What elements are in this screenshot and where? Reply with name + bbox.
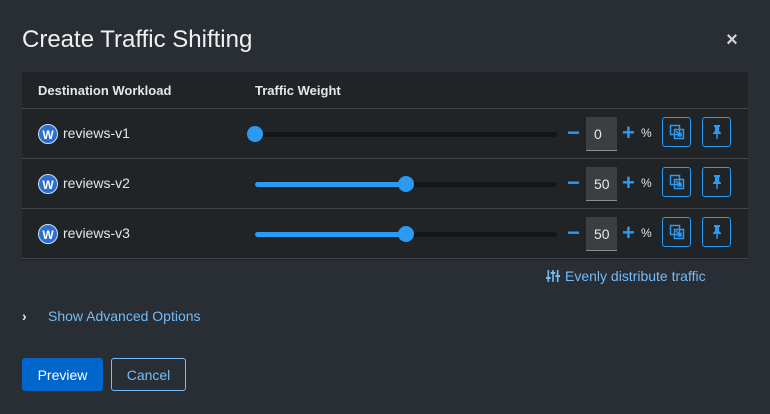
- decrease-weight-button[interactable]: −: [567, 222, 580, 244]
- workload-name: reviews-v1: [63, 125, 130, 141]
- increase-weight-button[interactable]: +: [622, 172, 635, 194]
- workload-name: reviews-v2: [63, 175, 130, 191]
- column-header-destination: Destination Workload: [38, 83, 172, 98]
- table-row: W reviews-v1 − 0 + %: [22, 109, 748, 159]
- pin-icon: [712, 175, 721, 189]
- traffic-table: Destination Workload Traffic Weight W re…: [22, 72, 748, 260]
- mirror-icon: [669, 124, 684, 140]
- column-header-weight: Traffic Weight: [255, 83, 341, 98]
- decrease-weight-button[interactable]: −: [567, 172, 580, 194]
- weight-input[interactable]: 50: [586, 217, 617, 251]
- mirror-traffic-button[interactable]: [662, 167, 691, 197]
- mirror-traffic-button[interactable]: [662, 117, 691, 147]
- increase-weight-button[interactable]: +: [622, 222, 635, 244]
- chevron-right-icon: ›: [22, 308, 27, 324]
- evenly-distribute-link[interactable]: Evenly distribute traffic: [546, 268, 706, 284]
- weight-input[interactable]: 0: [586, 117, 617, 151]
- lock-weight-button[interactable]: [702, 217, 731, 247]
- workload-badge-icon: W: [38, 174, 58, 194]
- weight-input[interactable]: 50: [586, 167, 617, 201]
- percent-unit: %: [641, 226, 652, 240]
- table-row: W reviews-v2 − 50 + %: [22, 159, 748, 209]
- table-row: W reviews-v3 − 50 + %: [22, 209, 748, 259]
- weight-slider[interactable]: [255, 176, 557, 192]
- pin-icon: [712, 225, 721, 239]
- lock-weight-button[interactable]: [702, 117, 731, 147]
- workload-badge-icon: W: [38, 124, 58, 144]
- lock-weight-button[interactable]: [702, 167, 731, 197]
- slider-thumb[interactable]: [398, 176, 414, 192]
- dialog-title: Create Traffic Shifting: [22, 26, 253, 53]
- close-icon[interactable]: ×: [724, 30, 740, 50]
- mirror-icon: [669, 174, 684, 190]
- percent-unit: %: [641, 126, 652, 140]
- workload-name: reviews-v3: [63, 225, 130, 241]
- sliders-icon: [546, 270, 560, 282]
- advanced-options-toggle[interactable]: › Show Advanced Options: [22, 308, 201, 324]
- mirror-traffic-button[interactable]: [662, 217, 691, 247]
- slider-thumb[interactable]: [247, 126, 263, 142]
- slider-thumb[interactable]: [398, 226, 414, 242]
- mirror-icon: [669, 224, 684, 240]
- slider-fill: [255, 232, 406, 237]
- table-header: Destination Workload Traffic Weight: [22, 72, 748, 109]
- advanced-options-label: Show Advanced Options: [48, 308, 201, 324]
- slider-fill: [255, 182, 406, 187]
- evenly-distribute-label: Evenly distribute traffic: [565, 268, 706, 284]
- workload-badge-icon: W: [38, 224, 58, 244]
- weight-slider[interactable]: [247, 126, 557, 142]
- preview-button[interactable]: Preview: [22, 358, 103, 391]
- percent-unit: %: [641, 176, 652, 190]
- pin-icon: [712, 125, 721, 139]
- increase-weight-button[interactable]: +: [622, 122, 635, 144]
- weight-slider[interactable]: [255, 226, 557, 242]
- cancel-button[interactable]: Cancel: [111, 358, 186, 391]
- decrease-weight-button[interactable]: −: [567, 122, 580, 144]
